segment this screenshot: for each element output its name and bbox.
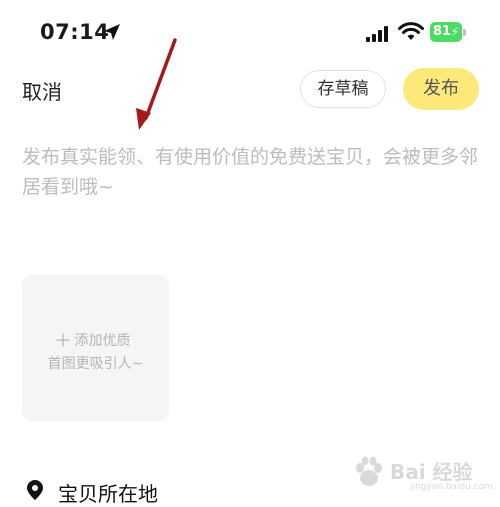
- publish-button[interactable]: 发布: [403, 68, 479, 110]
- baidu-jingyan-watermark: Bai 经验 jingyan.baidu.com: [350, 452, 498, 498]
- watermark-text: Bai 经验: [390, 460, 473, 484]
- cancel-button[interactable]: 取消: [22, 76, 62, 105]
- battery-cap: [463, 29, 466, 36]
- paw-logo-icon: [356, 456, 382, 486]
- add-photo-hint: 首图更吸引人~: [47, 356, 144, 372]
- battery-indicator: 81 ⚡: [430, 22, 462, 42]
- location-pin-icon: [27, 480, 43, 500]
- cellular-signal-icon: [366, 26, 388, 42]
- location-label: 宝贝所在地: [58, 482, 158, 506]
- battery-level: 81: [433, 24, 452, 39]
- watermark-url: jingyan.baidu.com: [410, 482, 494, 492]
- add-photo-label: 添加优质: [74, 333, 131, 349]
- location-arrow-icon: [104, 24, 120, 40]
- description-input[interactable]: 发布真实能领、有使用价值的免费送宝贝，会被更多邻居看到哦~: [22, 142, 480, 232]
- status-bar: 07:14 81 ⚡: [0, 0, 500, 64]
- add-photo-button[interactable]: ＋ 添加优质 首图更吸引人~: [22, 275, 169, 421]
- status-time: 07:14: [40, 20, 110, 44]
- wifi-icon: [398, 22, 424, 40]
- save-draft-button[interactable]: 存草稿: [300, 70, 386, 108]
- charging-bolt-icon: ⚡: [450, 25, 459, 39]
